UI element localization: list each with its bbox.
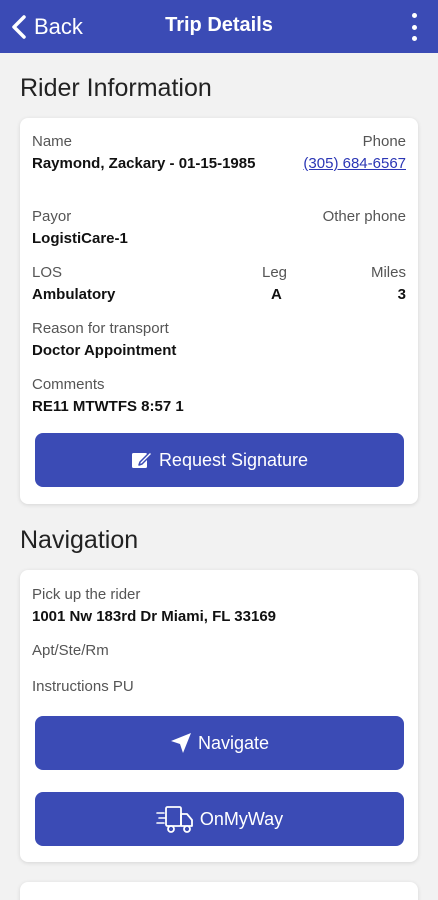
payor-label: Payor <box>32 208 72 225</box>
miles-value: 3 <box>397 286 406 303</box>
reason-label: Reason for transport <box>32 320 169 337</box>
instructions-label: Instructions PU <box>32 678 134 695</box>
request-signature-label: Request Signature <box>158 449 309 470</box>
navigate-label: Navigate <box>197 732 270 753</box>
navigation-card: Pick up the rider 1001 Nw 183rd Dr Miami… <box>20 570 418 862</box>
navigation-arrow-icon <box>170 733 191 753</box>
rider-section-title: Rider Information <box>20 74 212 102</box>
more-vertical-icon[interactable] <box>408 13 420 41</box>
phone-label: Phone <box>362 133 406 150</box>
request-signature-button[interactable]: Request Signature <box>35 433 404 487</box>
rider-info-card: Name Phone Raymond, Zackary - 01-15-1985… <box>20 118 418 504</box>
other-phone-label: Other phone <box>322 208 406 225</box>
delivery-truck-icon <box>156 806 193 833</box>
miles-label: Miles <box>370 264 406 281</box>
next-card <box>20 882 418 900</box>
pickup-label: Pick up the rider <box>32 586 141 603</box>
navigate-button[interactable]: Navigate <box>35 716 404 770</box>
leg-label: Leg <box>262 264 288 281</box>
pickup-address: 1001 Nw 183rd Dr Miami, FL 33169 <box>32 608 277 625</box>
los-value: Ambulatory <box>32 286 116 303</box>
app-bar: Back Trip Details <box>0 0 438 53</box>
page-title: Trip Details <box>165 14 273 36</box>
onmyway-label: OnMyWay <box>199 808 284 829</box>
comments-value: RE11 MTWTFS 8:57 1 <box>32 398 184 415</box>
navigation-section-title: Navigation <box>20 526 139 554</box>
onmyway-button[interactable]: OnMyWay <box>35 792 404 846</box>
comments-label: Comments <box>32 376 105 393</box>
leg-value: A <box>271 286 282 303</box>
apt-label: Apt/Ste/Rm <box>32 642 109 659</box>
edit-square-icon <box>131 451 153 468</box>
phone-link[interactable]: (305) 684-6567 <box>303 155 406 172</box>
name-label: Name <box>32 133 73 150</box>
payor-value: LogistiCare-1 <box>32 230 128 247</box>
reason-value: Doctor Appointment <box>32 342 177 359</box>
los-label: LOS <box>32 264 63 281</box>
name-value: Raymond, Zackary - 01-15-1985 <box>32 155 256 172</box>
